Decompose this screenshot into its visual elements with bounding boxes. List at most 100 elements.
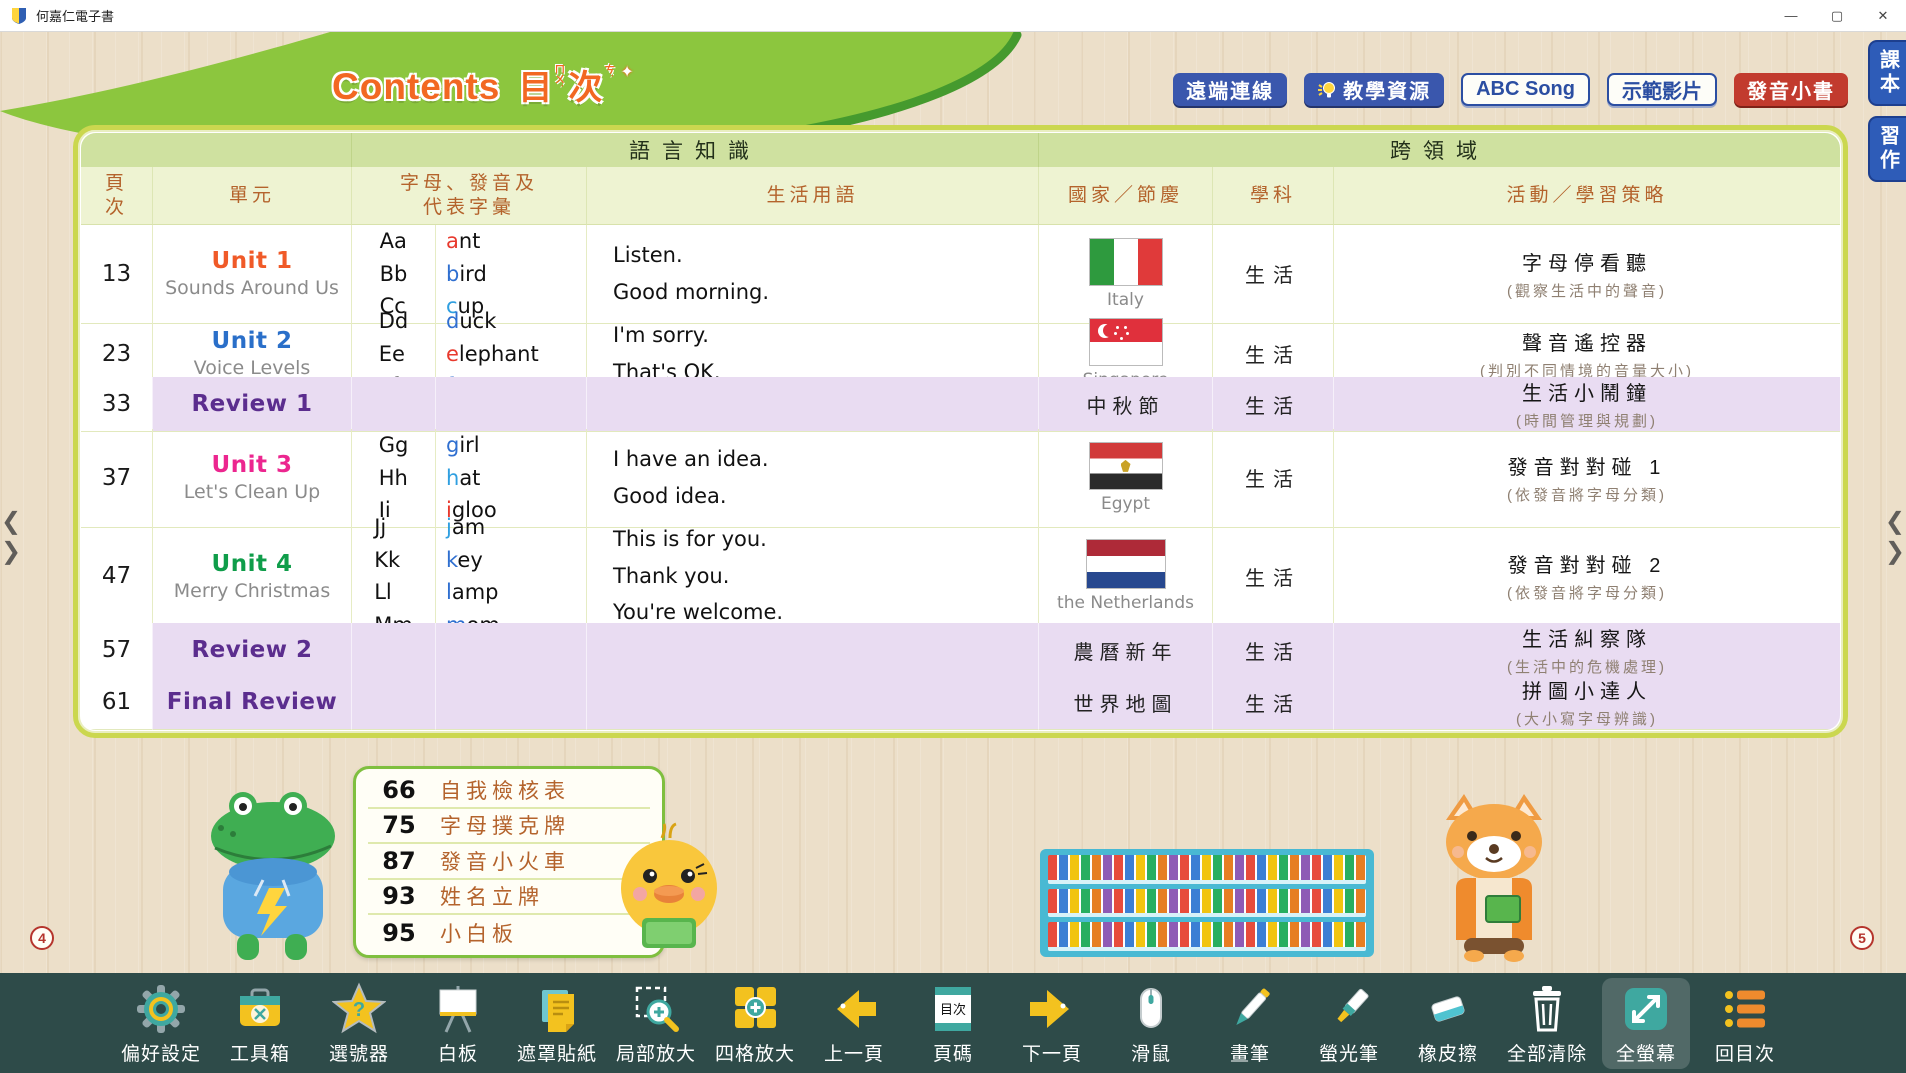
- toc-row-unit-47[interactable]: 47 Unit 4 Merry Christmas Jj Kk Ll Mm ja…: [81, 511, 1840, 623]
- egypt-flag: [1089, 442, 1163, 490]
- phrase: Listen.: [613, 237, 1038, 274]
- toolbar-eraser-button[interactable]: 橡皮擦: [1404, 978, 1492, 1069]
- group-header-language: 語言知識: [352, 133, 1039, 167]
- top-button-4[interactable]: 發音小書: [1734, 73, 1848, 106]
- top-button-0[interactable]: 遠端連線: [1173, 73, 1287, 106]
- row-phrases: [587, 377, 1039, 432]
- dog-mascot: [1412, 792, 1577, 962]
- row-letters: [352, 623, 436, 678]
- word: bird: [446, 258, 586, 291]
- row-country: 農曆新年: [1039, 623, 1213, 678]
- toc-row-unit-13[interactable]: 13 Unit 1 Sounds Around Us Aa Bb Cc antb…: [81, 225, 1840, 305]
- toolbar-gear-button[interactable]: 偏好設定: [117, 978, 205, 1069]
- col-header-subject: 學科: [1213, 167, 1334, 225]
- word: key: [446, 544, 586, 577]
- col-header-letters-words: 字母、發音及 代表字彙: [352, 167, 587, 225]
- bookshelf: [1040, 849, 1374, 957]
- star-question-icon: ?: [331, 981, 387, 1037]
- phrase: I'm sorry.: [613, 317, 1038, 354]
- singapore-flag: [1089, 318, 1163, 366]
- close-button[interactable]: ✕: [1860, 0, 1906, 31]
- arrow-right-icon: [1024, 981, 1080, 1037]
- word: duck: [446, 305, 586, 338]
- page-edge-right-nav[interactable]: ❮ ❯: [1885, 510, 1905, 564]
- col-header-activity: 活動／學習策略: [1334, 167, 1840, 225]
- arrow-left-icon: [826, 981, 882, 1037]
- svg-text:?: ?: [353, 999, 365, 1021]
- row-phrases: [587, 623, 1039, 678]
- toolbar-arrow-right-button[interactable]: 下一頁: [1008, 978, 1096, 1069]
- bottom-toolbar: 偏好設定 工具箱 ? 選號器 白板 遮罩貼紙 局部放大 四格放大 上一頁 目次 …: [0, 973, 1906, 1073]
- lightbulb-icon: [1317, 80, 1337, 100]
- side-tab-1[interactable]: 習作: [1868, 116, 1906, 182]
- toolbar-mouse-button[interactable]: 滑鼠: [1107, 978, 1195, 1069]
- highlighter-icon: [1321, 981, 1377, 1037]
- whiteboard-icon: [430, 981, 486, 1037]
- phrase: Good idea.: [613, 478, 1038, 515]
- toolbar-trash-button[interactable]: 全部清除: [1503, 978, 1591, 1069]
- toolbar-zoom-quad-button[interactable]: 四格放大: [711, 978, 799, 1069]
- book-switch-tabs: 課本習作: [1868, 40, 1906, 182]
- row-activity: 生活糾察隊(生活中的危機處理): [1334, 623, 1840, 678]
- row-subject: 生活: [1213, 377, 1334, 432]
- netherlands-flag: [1086, 539, 1166, 589]
- chevron-right-icon[interactable]: ❯: [1, 540, 21, 564]
- country-label: the Netherlands: [1057, 593, 1194, 613]
- chevron-left-icon[interactable]: ❮: [1885, 510, 1905, 534]
- group-header-cross-domain: 跨領域: [1039, 133, 1840, 167]
- minimize-button[interactable]: —: [1768, 0, 1814, 31]
- phrase: I have an idea.: [613, 441, 1038, 478]
- toc-row-unit-57[interactable]: 57 Review 2 農曆新年 生活 生活糾察隊(生活中的危機處理): [81, 623, 1840, 675]
- top-button-3[interactable]: 示範影片: [1607, 73, 1717, 106]
- row-country: 世界地圖: [1039, 675, 1213, 730]
- page-edge-left-nav[interactable]: ❮ ❯: [1, 510, 21, 564]
- toolbar-whiteboard-button[interactable]: 白板: [414, 978, 502, 1069]
- toolbar-zoom-area-button[interactable]: 局部放大: [612, 978, 700, 1069]
- toolbar-pen-button[interactable]: 畫筆: [1206, 978, 1294, 1069]
- toolbar-sticky-notes-button[interactable]: 遮罩貼紙: [513, 978, 601, 1069]
- chevron-left-icon[interactable]: ❮: [1, 510, 21, 534]
- row-letters: [352, 675, 436, 730]
- toolbar-page-number-button[interactable]: 目次 頁碼: [909, 978, 997, 1069]
- row-unit-title: Final Review: [153, 675, 352, 730]
- toc-row-unit-23[interactable]: 23 Unit 2 Voice Levels Dd Ee Ff duckelep…: [81, 305, 1840, 377]
- maximize-button[interactable]: ▢: [1814, 0, 1860, 31]
- toolbar-toolbox-button[interactable]: 工具箱: [216, 978, 304, 1069]
- toc-row-unit-61[interactable]: 61 Final Review 世界地圖 生活 拼圖小達人(大小寫字母辨識): [81, 675, 1840, 730]
- sparkle-icon: ✦: [620, 62, 633, 82]
- top-button-1[interactable]: 教學資源: [1304, 73, 1444, 106]
- group-header-blank: [81, 133, 352, 167]
- toc-row-unit-37[interactable]: 37 Unit 3 Let's Clean Up Gg Hh Ii girlha…: [81, 429, 1840, 511]
- word: ant: [446, 225, 586, 258]
- page-number-icon: 目次: [925, 981, 981, 1037]
- toc-row-unit-33[interactable]: 33 Review 1 中秋節 生活 生活小鬧鐘(時間管理與規劃): [81, 377, 1840, 429]
- chevron-right-icon[interactable]: ❯: [1885, 540, 1905, 564]
- mouse-icon: [1123, 981, 1179, 1037]
- right-page-number-badge: 5: [1850, 926, 1874, 950]
- duck-mascot: [604, 822, 734, 962]
- toolbar-menu-list-button[interactable]: 回目次: [1701, 978, 1789, 1069]
- row-page-number: 33: [81, 377, 153, 432]
- word: girl: [446, 429, 586, 462]
- toolbar-fullscreen-button[interactable]: 全螢幕: [1602, 978, 1690, 1069]
- toolbar-arrow-left-button[interactable]: 上一頁: [810, 978, 898, 1069]
- row-words: [436, 377, 587, 432]
- side-tab-0[interactable]: 課本: [1868, 40, 1906, 106]
- extras-row-66[interactable]: 66 自我檢核表: [368, 773, 650, 809]
- toolbar-highlighter-button[interactable]: 螢光筆: [1305, 978, 1393, 1069]
- row-letters: [352, 377, 436, 432]
- col-header-country: 國家／節慶: [1039, 167, 1213, 225]
- top-button-2[interactable]: ABC Song: [1461, 73, 1590, 106]
- festival-label: 世界地圖: [1074, 688, 1178, 717]
- gear-icon: [133, 981, 189, 1037]
- row-subject: 生活: [1213, 623, 1334, 678]
- row-country: 中秋節: [1039, 377, 1213, 432]
- toolbar-star-question-button[interactable]: ? 選號器: [315, 978, 403, 1069]
- row-page-number: 61: [81, 675, 153, 730]
- row-activity: 生活小鬧鐘(時間管理與規劃): [1334, 377, 1840, 432]
- col-header-page: 頁 次: [81, 167, 153, 225]
- row-words: [436, 623, 587, 678]
- phrase: Thank you.: [613, 558, 1038, 595]
- zoom-area-icon: [628, 981, 684, 1037]
- trash-icon: [1519, 981, 1575, 1037]
